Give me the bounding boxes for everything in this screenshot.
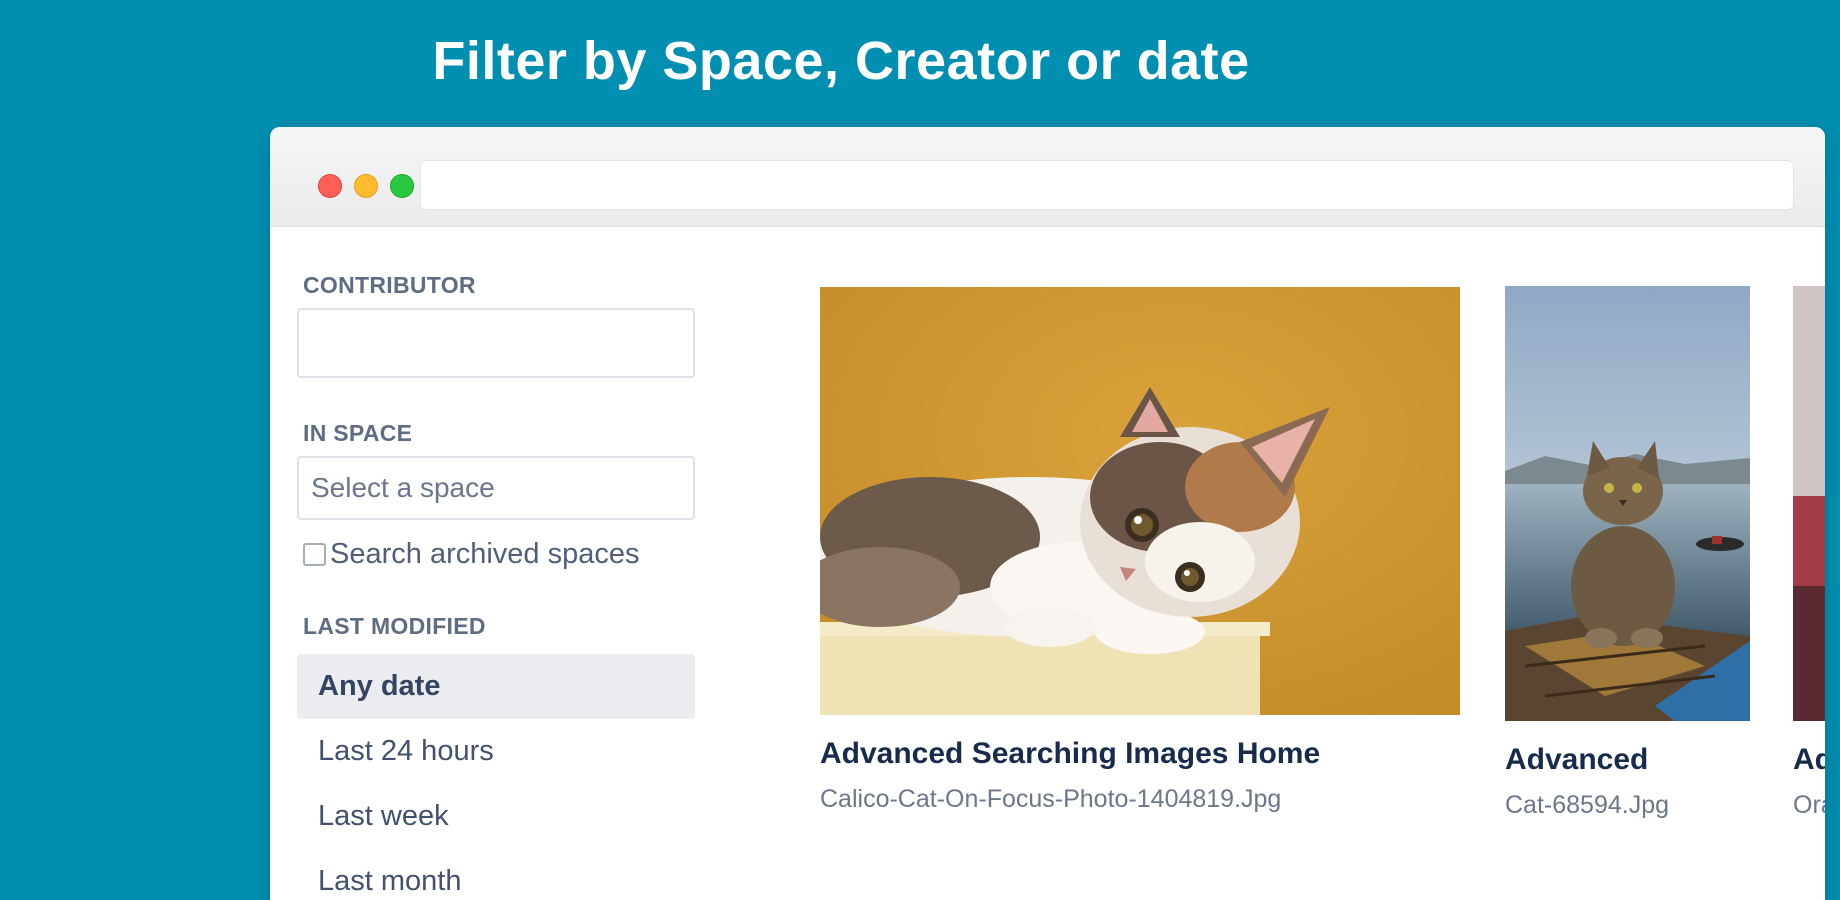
minimize-window-button[interactable]: [354, 174, 378, 198]
close-window-button[interactable]: [318, 174, 342, 198]
space-select-input[interactable]: [297, 456, 695, 520]
browser-titlebar: [270, 127, 1825, 227]
cat-on-pier-image[interactable]: [1505, 286, 1750, 721]
maximize-window-button[interactable]: [390, 174, 414, 198]
contributor-label: CONTRIBUTOR: [303, 272, 476, 298]
result-title[interactable]: Advanced: [1505, 743, 1750, 777]
date-filter-list: Any date Last 24 hours Last week Last mo…: [297, 654, 697, 900]
last-modified-label: LAST MODIFIED: [303, 613, 486, 639]
result-filename: Cat-68594.Jpg: [1505, 791, 1670, 819]
cat-on-yellow-background-image[interactable]: [820, 287, 1460, 715]
date-option-24h[interactable]: Last 24 hours: [297, 719, 695, 784]
result-card[interactable]: Advanced Cat-68594.Jpg: [1505, 286, 1750, 820]
headline-text: Filter by Space, Creator or date: [432, 31, 1250, 91]
address-bar[interactable]: [420, 160, 1794, 210]
result-card[interactable]: Ad Ora: [1793, 286, 1825, 820]
archived-spaces-label: Search archived spaces: [330, 538, 640, 570]
archived-spaces-option[interactable]: Search archived spaces: [303, 538, 697, 571]
date-option-month[interactable]: Last month: [297, 849, 695, 900]
date-option-week[interactable]: Last week: [297, 784, 695, 849]
partial-result-image[interactable]: [1793, 286, 1825, 721]
headline: Filter by Space, Creator or date: [0, 30, 1840, 92]
contributor-input[interactable]: [297, 308, 695, 378]
result-filename: Ora: [1793, 791, 1825, 819]
result-title[interactable]: Advanced Searching Images Home: [820, 737, 1460, 771]
result-title[interactable]: Ad: [1793, 743, 1825, 777]
filter-sidebar: CONTRIBUTOR IN SPACE Search archived spa…: [297, 272, 697, 900]
in-space-label: IN SPACE: [303, 420, 413, 446]
result-filename: Calico-Cat-On-Focus-Photo-1404819.Jpg: [820, 785, 1282, 813]
archived-spaces-checkbox[interactable]: [303, 543, 326, 566]
date-option-any[interactable]: Any date: [297, 654, 695, 719]
result-card[interactable]: Advanced Searching Images Home Calico-Ca…: [820, 287, 1460, 814]
browser-window: CONTRIBUTOR IN SPACE Search archived spa…: [270, 127, 1825, 900]
